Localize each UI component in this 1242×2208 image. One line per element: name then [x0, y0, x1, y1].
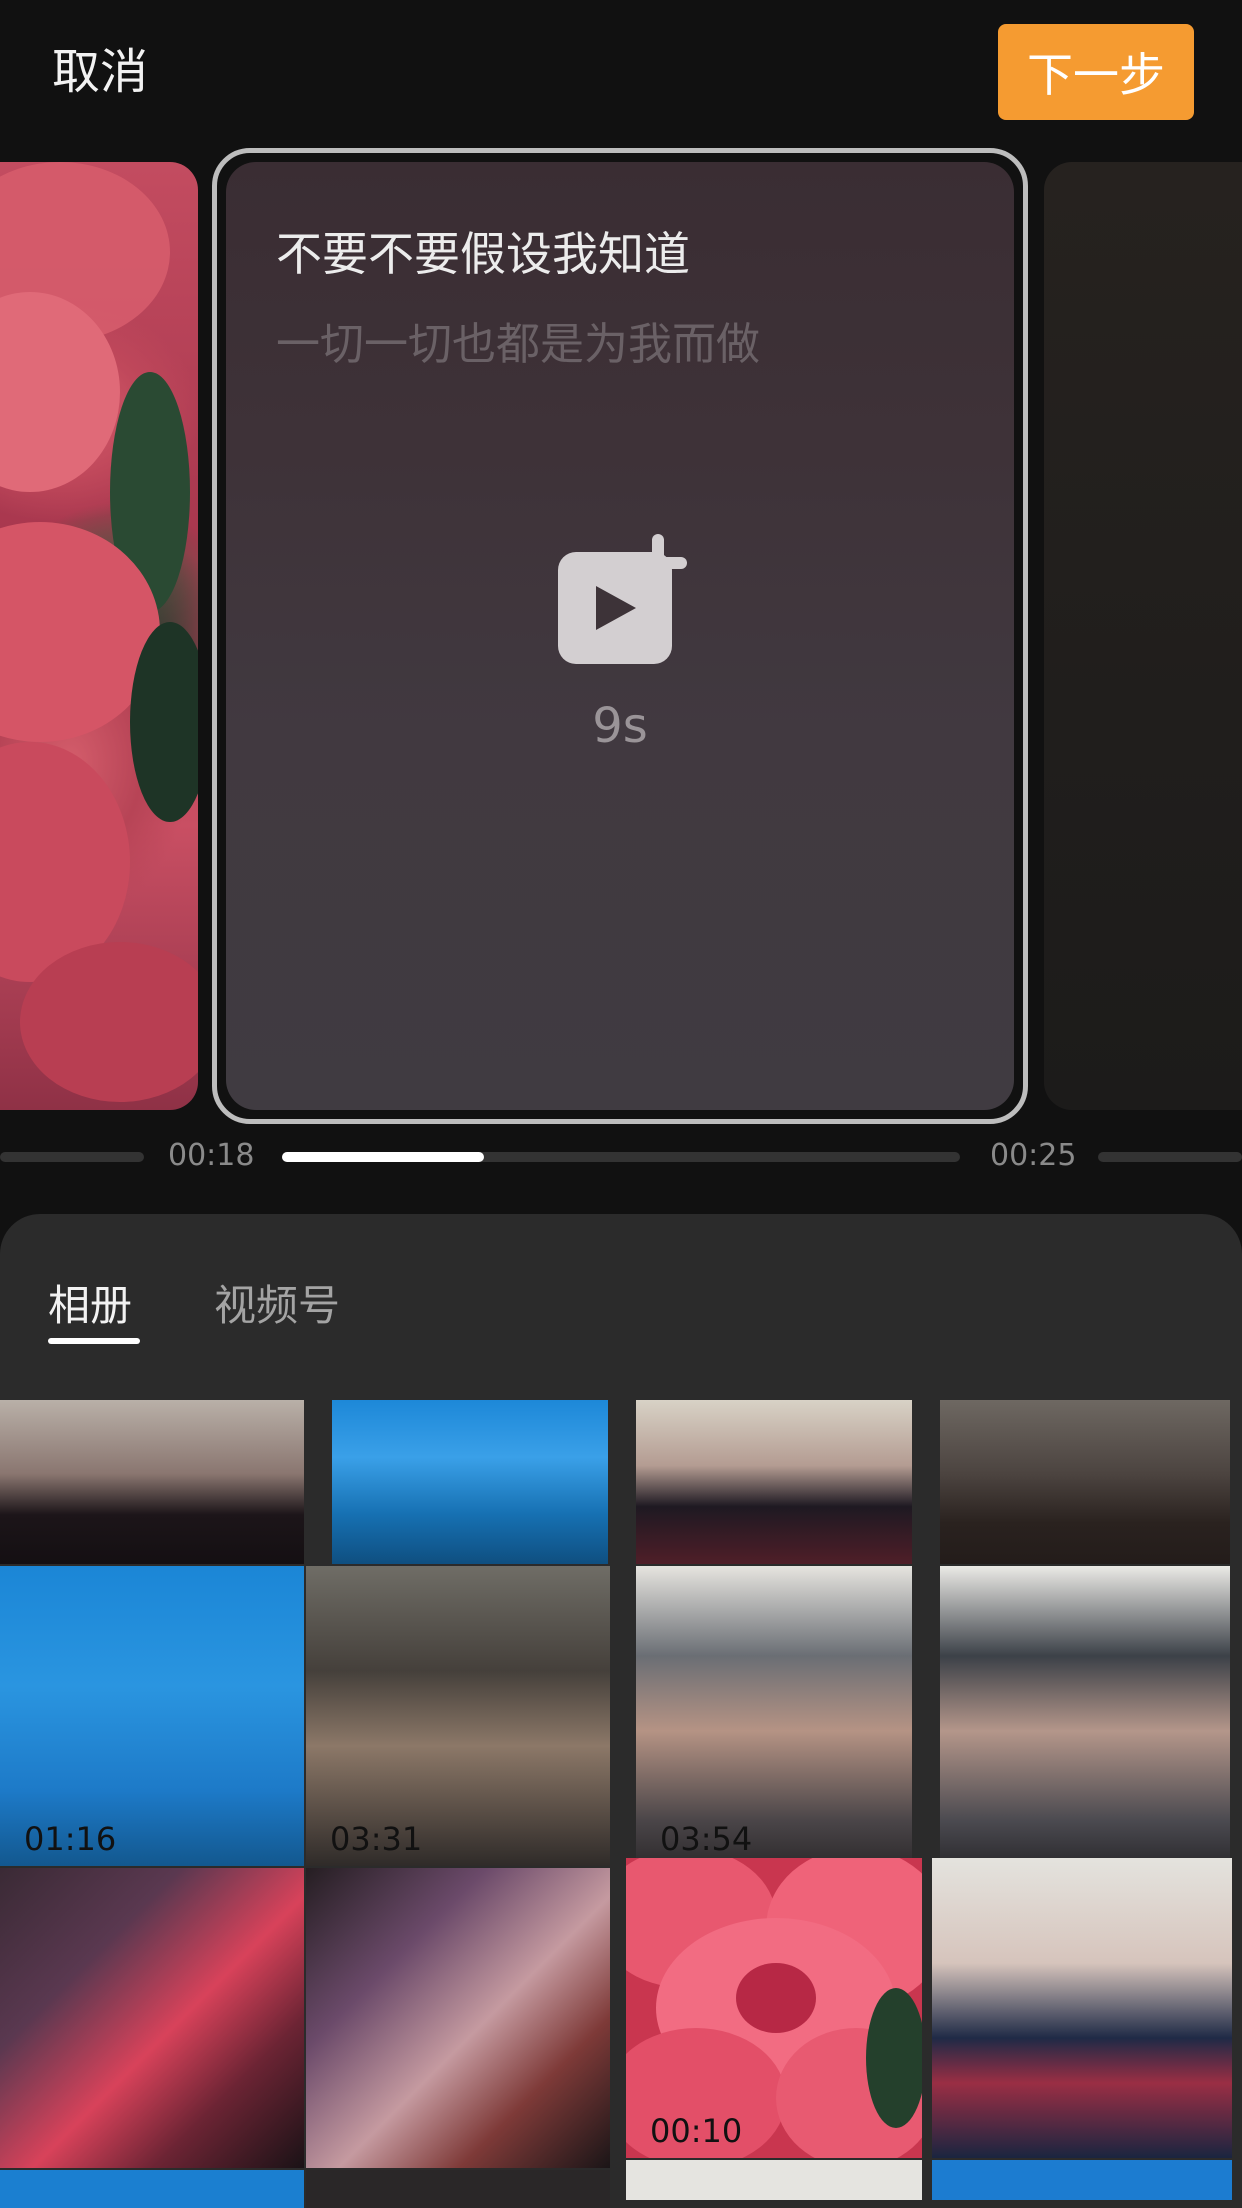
media-item[interactable] — [0, 1400, 304, 1564]
media-item[interactable] — [636, 1400, 912, 1564]
timeline-time-right: 00:25 — [990, 1138, 1077, 1173]
next-step-button[interactable]: 下一步 — [998, 24, 1194, 120]
cancel-button[interactable]: 取消 — [52, 42, 148, 102]
next-clip-thumbnail[interactable] — [1044, 162, 1242, 1110]
screen: 取消 下一步 不要不要假设我知道 一切一切也都是为我而做 9s 00:18 00… — [0, 0, 1242, 2208]
media-picker-sheet: 相册 视频号 01:16 03:31 03:54 00:10 — [0, 1214, 1242, 2208]
media-item[interactable] — [932, 2160, 1232, 2200]
media-item[interactable] — [0, 2170, 304, 2208]
media-duration: 03:31 — [330, 1820, 423, 1858]
timeline-time-left: 00:18 — [168, 1138, 255, 1173]
flower-image — [0, 162, 198, 1102]
tab-album[interactable]: 相册 — [48, 1272, 132, 1333]
media-item[interactable]: 00:10 — [626, 1858, 922, 2158]
media-duration: 00:10 — [650, 2112, 743, 2150]
media-item[interactable]: 03:31 — [306, 1566, 610, 1866]
active-tab-indicator — [48, 1338, 140, 1344]
selected-clip-frame — [212, 148, 1028, 1124]
media-item[interactable] — [306, 1868, 610, 2168]
media-item[interactable] — [306, 2170, 610, 2208]
media-duration: 03:54 — [660, 1820, 753, 1858]
timeline-track-left — [0, 1152, 144, 1162]
media-item[interactable] — [940, 1566, 1230, 1866]
timeline-track-right — [1098, 1152, 1242, 1162]
previous-clip-thumbnail[interactable] — [0, 162, 198, 1110]
media-item[interactable]: 03:54 — [636, 1566, 912, 1866]
timeline-progress[interactable] — [282, 1152, 484, 1162]
media-duration: 01:16 — [24, 1820, 117, 1858]
media-item[interactable] — [626, 2160, 922, 2200]
media-item[interactable] — [332, 1400, 608, 1564]
media-item[interactable] — [932, 1858, 1232, 2158]
media-grid: 01:16 03:31 03:54 00:10 — [0, 1400, 1242, 2208]
media-item[interactable]: 01:16 — [0, 1566, 304, 1866]
media-item[interactable] — [940, 1400, 1230, 1564]
media-item[interactable] — [0, 1868, 304, 2168]
tab-channels[interactable]: 视频号 — [214, 1272, 340, 1333]
